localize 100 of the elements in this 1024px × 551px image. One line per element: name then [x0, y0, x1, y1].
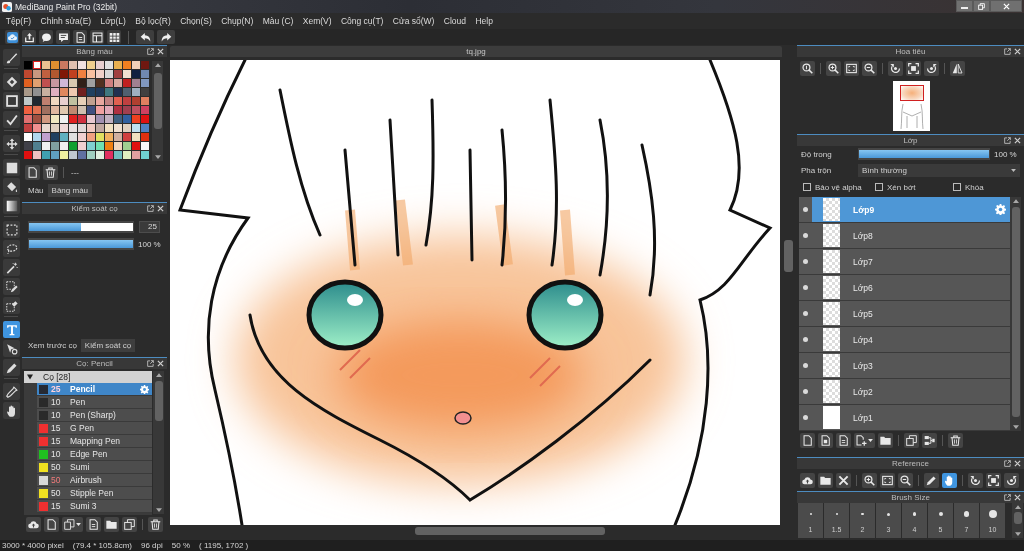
color-swatch-icon[interactable]	[33, 124, 41, 132]
color-swatch-icon[interactable]	[24, 151, 32, 159]
visibility-dot-icon[interactable]	[803, 337, 808, 342]
color-swatch-icon[interactable]	[24, 133, 32, 141]
select-eraser-button[interactable]	[3, 297, 20, 314]
scroll-down-icon[interactable]	[1012, 425, 1019, 429]
color-swatch-icon[interactable]	[78, 61, 86, 69]
color-swatch-icon[interactable]	[132, 133, 140, 141]
color-swatch-icon[interactable]	[42, 97, 50, 105]
color-swatch-icon[interactable]	[42, 61, 50, 69]
scrollbar-thumb[interactable]	[415, 527, 605, 535]
color-swatch-icon[interactable]	[60, 124, 68, 132]
gradient-tool-button[interactable]	[3, 197, 20, 214]
brush-folder-button[interactable]	[104, 517, 119, 532]
color-swatch-icon[interactable]	[60, 79, 68, 87]
duplicate-brush-button[interactable]	[122, 517, 137, 532]
color-swatch-icon[interactable]	[33, 133, 41, 141]
color-swatch-icon[interactable]	[105, 133, 113, 141]
redo-button[interactable]	[157, 30, 175, 44]
menu-item[interactable]: Xem(V)	[298, 13, 337, 29]
color-swatch-icon[interactable]	[60, 61, 68, 69]
color-swatch-icon[interactable]	[87, 142, 95, 150]
color-swatch-icon[interactable]	[105, 106, 113, 114]
color-swatch-icon[interactable]	[105, 115, 113, 123]
color-swatch-icon[interactable]	[123, 88, 131, 96]
color-swatch-icon[interactable]	[33, 97, 41, 105]
brush-settings-button[interactable]	[86, 517, 101, 532]
popout-icon[interactable]	[147, 205, 154, 212]
comment-button[interactable]	[39, 30, 53, 44]
eyedropper-button[interactable]	[3, 383, 20, 400]
color-swatch-icon[interactable]	[96, 124, 104, 132]
color-swatch-icon[interactable]	[132, 97, 140, 105]
visibility-dot-icon[interactable]	[803, 233, 808, 238]
color-swatch-icon[interactable]	[141, 97, 149, 105]
menu-item[interactable]: Bộ lọc(R)	[130, 13, 176, 29]
illustration-drawing[interactable]	[170, 60, 780, 525]
scroll-up-icon[interactable]	[1014, 505, 1021, 509]
color-swatch-icon[interactable]	[60, 106, 68, 114]
color-swatch-icon[interactable]	[42, 115, 50, 123]
color-swatch-icon[interactable]	[96, 115, 104, 123]
cloud-button[interactable]	[5, 30, 19, 44]
close-icon[interactable]	[157, 48, 164, 55]
magic-wand-button[interactable]	[3, 259, 20, 276]
layer-row[interactable]: Lớp2	[799, 379, 1010, 405]
color-swatch-icon[interactable]	[51, 115, 59, 123]
color-swatch-icon[interactable]	[123, 142, 131, 150]
bucket-tool-button[interactable]	[3, 178, 20, 195]
visibility-dot-icon[interactable]	[803, 363, 808, 368]
layer-row[interactable]: Lớp1	[799, 405, 1010, 431]
delete-brush-button[interactable]	[148, 517, 163, 532]
canvas-thumbnail[interactable]	[893, 81, 930, 131]
text-tool-button[interactable]	[3, 321, 20, 338]
color-swatch-icon[interactable]	[51, 151, 59, 159]
close-icon[interactable]	[1014, 137, 1021, 144]
color-swatch-icon[interactable]	[60, 70, 68, 78]
color-swatch-icon[interactable]	[123, 133, 131, 141]
color-swatch-icon[interactable]	[78, 115, 86, 123]
visibility-dot-icon[interactable]	[803, 207, 808, 212]
color-swatch-icon[interactable]	[69, 133, 77, 141]
color-swatch-icon[interactable]	[123, 106, 131, 114]
color-swatch-icon[interactable]	[42, 106, 50, 114]
blend-mode-dropdown[interactable]: Bình thường	[858, 164, 1020, 177]
color-swatch-icon[interactable]	[105, 70, 113, 78]
color-swatch-icon[interactable]	[78, 79, 86, 87]
visibility-dot-icon[interactable]	[803, 285, 808, 290]
color-swatch-icon[interactable]	[132, 106, 140, 114]
shape-tool-button[interactable]	[3, 92, 20, 109]
color-swatch-icon[interactable]	[78, 97, 86, 105]
scrollbar[interactable]	[1012, 503, 1023, 538]
layer-row[interactable]: Lớp4	[799, 327, 1010, 353]
color-swatch-icon[interactable]	[24, 142, 32, 150]
color-swatch-icon[interactable]	[24, 97, 32, 105]
color-swatch-icon[interactable]	[132, 88, 140, 96]
scrollbar-thumb[interactable]	[153, 73, 162, 129]
reset-view-button[interactable]	[906, 60, 921, 76]
color-swatch-icon[interactable]	[123, 79, 131, 87]
color-swatch-icon[interactable]	[132, 61, 140, 69]
color-swatch-icon[interactable]	[60, 115, 68, 123]
color-swatch-icon[interactable]	[141, 88, 149, 96]
color-swatch-icon[interactable]	[78, 124, 86, 132]
color-swatch-icon[interactable]	[69, 142, 77, 150]
color-swatch-icon[interactable]	[60, 133, 68, 141]
color-swatch-icon[interactable]	[114, 88, 122, 96]
scroll-up-icon[interactable]	[154, 63, 161, 67]
color-swatch-icon[interactable]	[42, 124, 50, 132]
color-swatch-icon[interactable]	[96, 70, 104, 78]
color-swatch-icon[interactable]	[69, 79, 77, 87]
document-tab[interactable]: tq.jpg	[170, 46, 782, 57]
color-swatch-icon[interactable]	[114, 115, 122, 123]
grid-button[interactable]	[107, 30, 121, 44]
color-swatch-icon[interactable]	[96, 133, 104, 141]
color-swatch-icon[interactable]	[87, 133, 95, 141]
layout-button[interactable]	[90, 30, 104, 44]
layer-row[interactable]: Lớp5	[799, 301, 1010, 327]
rotate-right-button[interactable]	[1004, 472, 1019, 488]
color-swatch-icon[interactable]	[33, 106, 41, 114]
color-swatch-icon[interactable]	[69, 151, 77, 159]
rotate-left-button[interactable]	[888, 60, 903, 76]
brush-item[interactable]: 15 G Pen	[37, 422, 152, 435]
scroll-up-icon[interactable]	[1012, 199, 1019, 203]
